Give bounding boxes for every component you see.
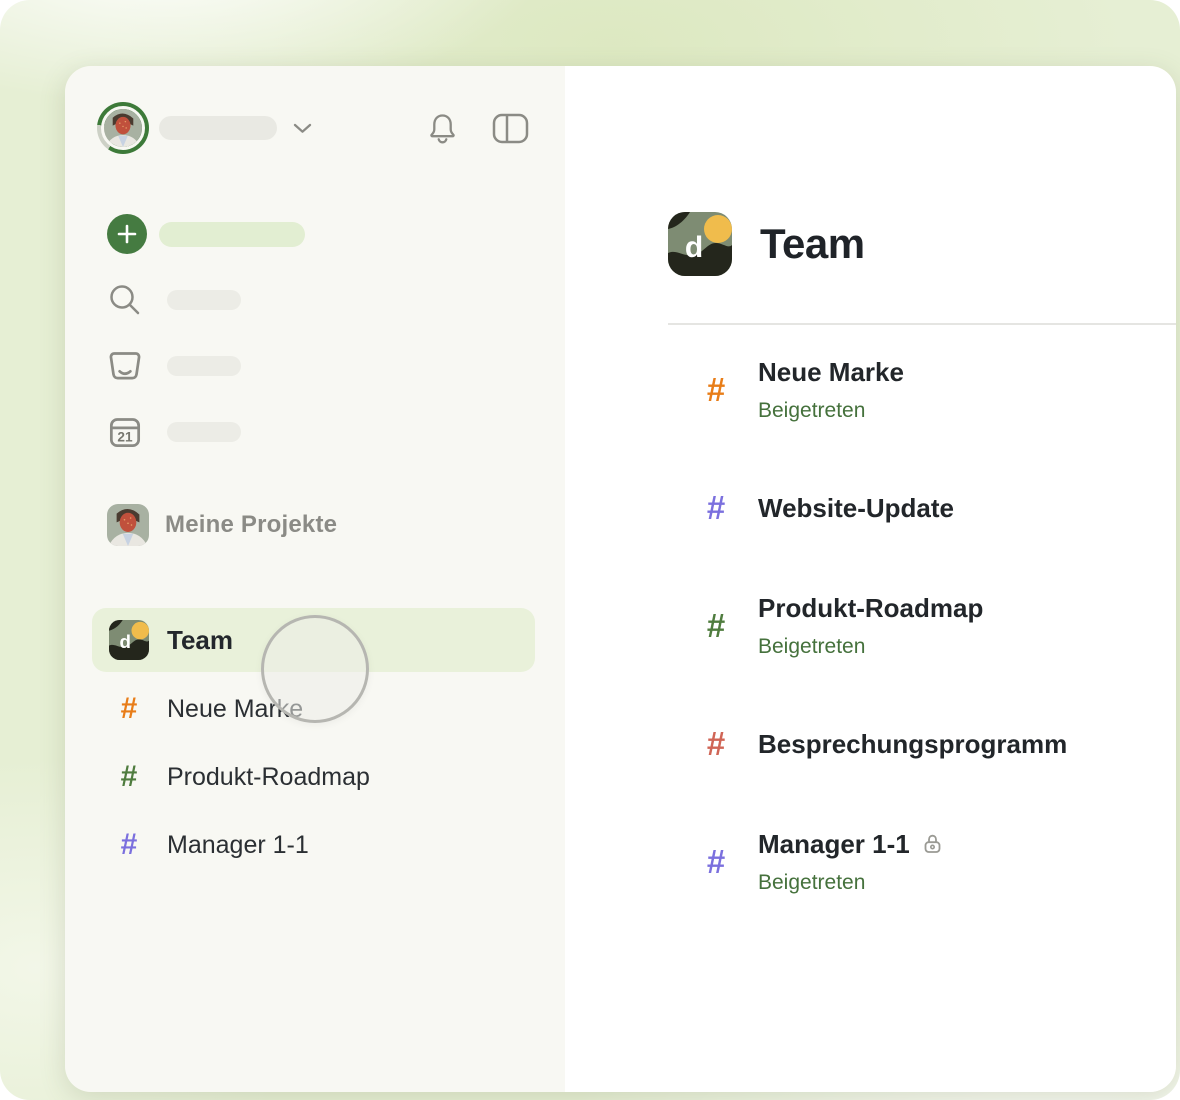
channel-row-besprechungsprogramm[interactable]: # Besprechungsprogramm [668, 725, 1176, 763]
hash-icon: # [695, 371, 737, 409]
workspace-row [97, 102, 529, 154]
team-header: Team [668, 212, 1176, 276]
header-divider [668, 323, 1176, 325]
app-window: 21 Meine Projekte Team [65, 66, 1176, 1092]
search-icon [103, 281, 147, 319]
hash-icon: # [695, 843, 737, 881]
sidebar-toggle-icon[interactable] [492, 111, 529, 146]
quick-actions: 21 [97, 214, 565, 452]
channel-name: Besprechungsprogramm [758, 727, 1067, 761]
hash-icon: # [695, 489, 737, 527]
notifications-bell-icon[interactable] [427, 111, 458, 145]
channel-name: Neue Marke [758, 355, 904, 389]
channel-row-manager-1-1[interactable]: # Manager 1-1 Beigetreten [668, 827, 1176, 897]
sidebar-item-manager-1-1[interactable]: # Manager 1-1 [65, 817, 565, 873]
cursor-click-indicator [261, 615, 369, 723]
channel-name: Website-Update [758, 491, 954, 525]
projects-header-label: Meine Projekte [165, 511, 337, 539]
channel-status: Beigetreten [758, 633, 983, 661]
hash-icon: # [114, 760, 144, 794]
lock-icon [922, 833, 943, 855]
hash-icon: # [695, 725, 737, 763]
channel-status: Beigetreten [758, 869, 943, 897]
projects-avatar [107, 504, 149, 546]
hash-icon: # [695, 607, 737, 645]
hash-icon: # [114, 692, 144, 726]
sidebar-item-label: Produkt-Roadmap [167, 763, 370, 792]
team-logo-icon [109, 620, 149, 660]
workspace-name-placeholder [159, 116, 277, 140]
channel-list: # Neue Marke Beigetreten # Website-Updat… [668, 355, 1176, 897]
channel-name: Manager 1-1 [758, 827, 910, 861]
add-button[interactable] [107, 214, 147, 254]
channel-status: Beigetreten [758, 397, 904, 425]
inbox-label-placeholder [167, 356, 241, 376]
inbox-row[interactable] [97, 346, 565, 386]
add-row [97, 214, 565, 254]
sidebar-item-label: Team [167, 625, 233, 656]
search-label-placeholder [167, 290, 241, 310]
sidebar-item-label: Manager 1-1 [167, 831, 309, 860]
channel-row-website-update[interactable]: # Website-Update [668, 489, 1176, 527]
sidebar: 21 Meine Projekte Team [65, 66, 565, 1092]
add-label-placeholder [159, 222, 305, 247]
workspace-avatar[interactable] [97, 102, 149, 154]
channel-row-produkt-roadmap[interactable]: # Produkt-Roadmap Beigetreten [668, 591, 1176, 661]
hash-icon: # [114, 828, 144, 862]
page-title: Team [760, 220, 865, 268]
user-avatar-photo [101, 106, 145, 150]
projects-header: Meine Projekte [97, 504, 565, 546]
team-logo-icon [668, 212, 732, 276]
calendar-icon: 21 [103, 413, 147, 451]
svg-text:21: 21 [117, 430, 133, 445]
main-content: Team # Neue Marke Beigetreten # Website-… [565, 66, 1176, 1092]
channel-name: Produkt-Roadmap [758, 591, 983, 625]
chevron-down-icon[interactable] [293, 123, 312, 134]
channel-row-neue-marke[interactable]: # Neue Marke Beigetreten [668, 355, 1176, 425]
sidebar-item-produkt-roadmap[interactable]: # Produkt-Roadmap [65, 749, 565, 805]
calendar-label-placeholder [167, 422, 241, 442]
search-row[interactable] [97, 280, 565, 320]
workspace-actions [427, 111, 529, 146]
calendar-row[interactable]: 21 [97, 412, 565, 452]
inbox-icon [103, 347, 147, 385]
decorative-background: 21 Meine Projekte Team [0, 0, 1180, 1100]
